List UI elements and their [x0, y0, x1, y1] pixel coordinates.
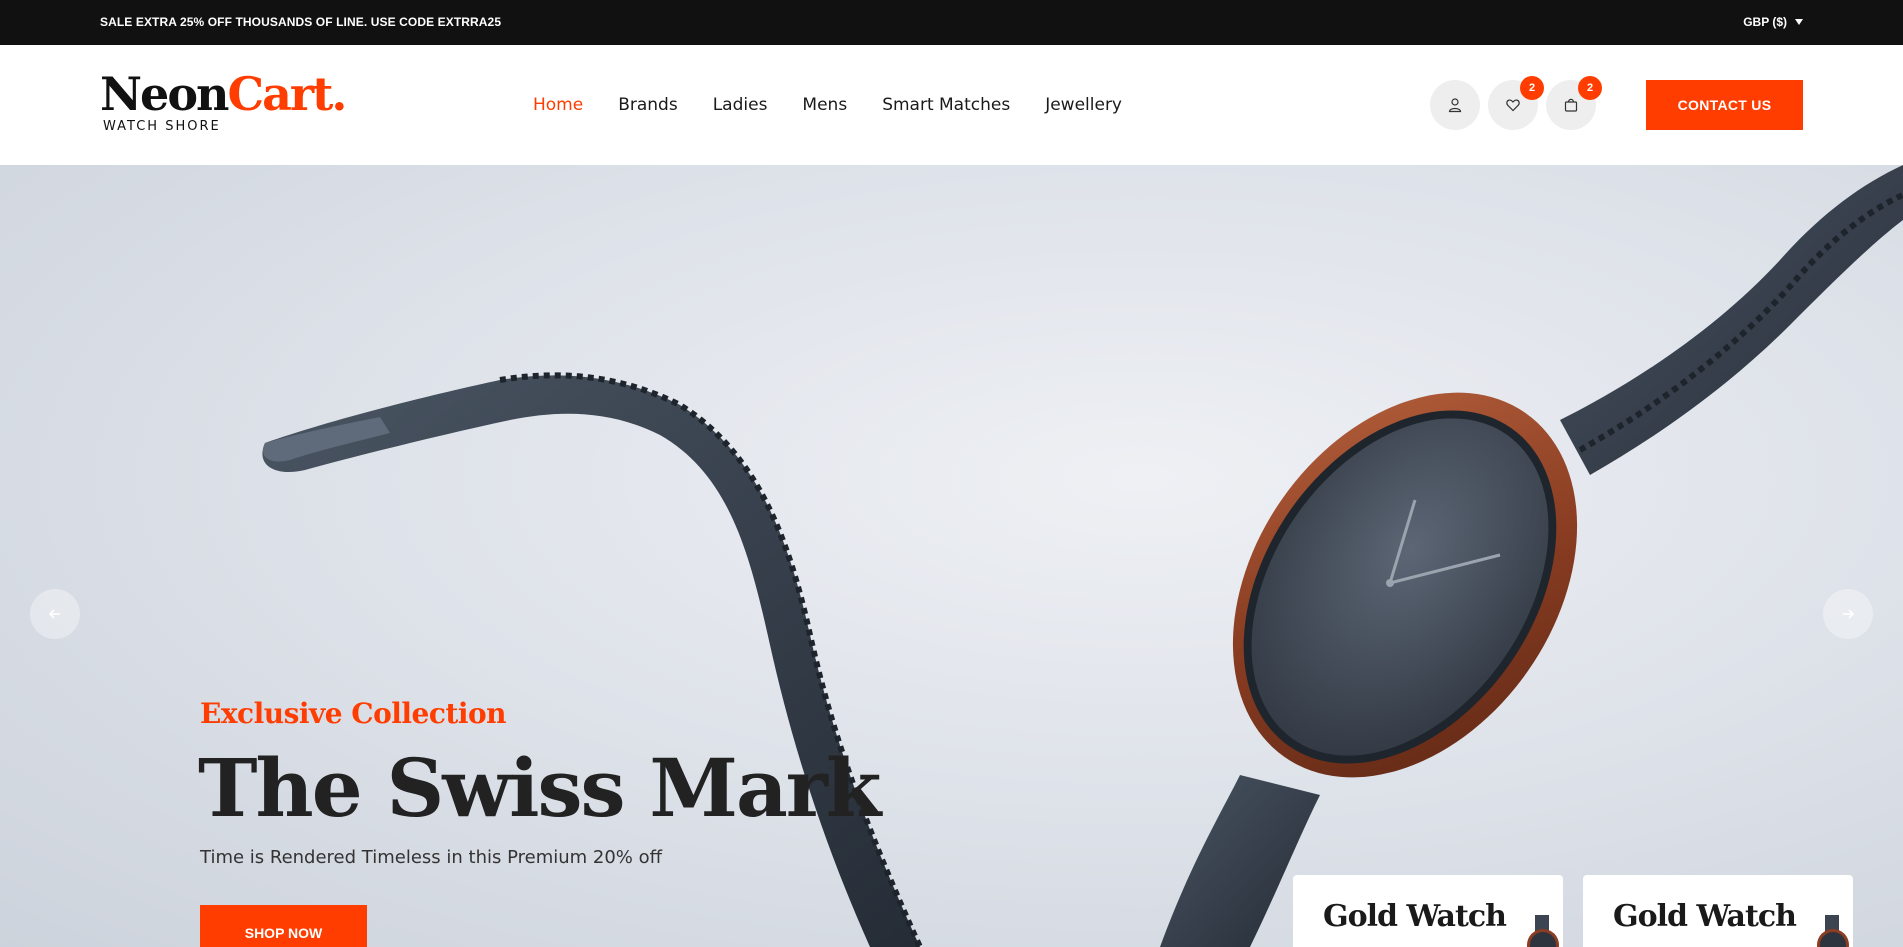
- product-card-title: Gold Watch: [1323, 899, 1507, 934]
- logo-tagline: WATCH SHORE: [103, 119, 221, 134]
- top-announcement-bar: SALE EXTRA 25% OFF THOUSANDS OF LINE. US…: [0, 0, 1903, 45]
- cart-button[interactable]: 2: [1546, 76, 1602, 130]
- prev-slide-button[interactable]: [30, 589, 80, 639]
- account-button[interactable]: [1430, 80, 1480, 130]
- hero-description: Time is Rendered Timeless in this Premiu…: [200, 847, 663, 868]
- hero-slider: Exclusive Collection The Swiss Mark Time…: [0, 165, 1903, 947]
- cart-count-badge: 2: [1578, 76, 1602, 100]
- bag-icon: [1564, 98, 1578, 112]
- hero-title: The Swiss Mark: [198, 741, 881, 835]
- contact-us-button[interactable]: CONTACT US: [1646, 80, 1803, 130]
- currency-selector[interactable]: GBP ($): [1743, 15, 1803, 29]
- logo-cart: Cart.: [227, 67, 347, 121]
- nav-ladies[interactable]: Ladies: [713, 95, 768, 115]
- product-card[interactable]: Gold Watch: [1293, 875, 1563, 947]
- site-header: NeonCart. WATCH SHORE Home Brands Ladies…: [0, 45, 1903, 165]
- watch-thumbnail: [1817, 915, 1849, 947]
- wishlist-count-badge: 2: [1520, 76, 1544, 100]
- watch-thumbnail: [1527, 915, 1559, 947]
- product-card[interactable]: Gold Watch: [1583, 875, 1853, 947]
- nav-brands[interactable]: Brands: [618, 95, 678, 115]
- nav-home[interactable]: Home: [533, 95, 583, 115]
- product-card-title: Gold Watch: [1613, 899, 1797, 934]
- currency-label: GBP ($): [1743, 15, 1787, 29]
- promo-text: SALE EXTRA 25% OFF THOUSANDS OF LINE. US…: [100, 15, 502, 29]
- logo-neon: Neon: [100, 67, 229, 121]
- caret-down-icon: [1795, 19, 1803, 25]
- arrow-right-icon: [1843, 609, 1855, 619]
- wishlist-button[interactable]: 2: [1488, 76, 1544, 130]
- logo-wordmark: NeonCart.: [100, 71, 347, 117]
- nav-smart-matches[interactable]: Smart Matches: [882, 95, 1010, 115]
- next-slide-button[interactable]: [1823, 589, 1873, 639]
- nav-jewellery[interactable]: Jewellery: [1045, 95, 1122, 115]
- heart-icon: [1506, 99, 1520, 112]
- user-icon: [1448, 98, 1462, 113]
- main-nav: Home Brands Ladies Mens Smart Matches Je…: [533, 95, 1122, 115]
- arrow-left-icon: [48, 609, 60, 619]
- nav-mens[interactable]: Mens: [802, 95, 847, 115]
- logo[interactable]: NeonCart. WATCH SHORE: [100, 71, 347, 134]
- hero-subtitle: Exclusive Collection: [200, 697, 507, 730]
- shop-now-button[interactable]: SHOP NOW: [200, 905, 367, 947]
